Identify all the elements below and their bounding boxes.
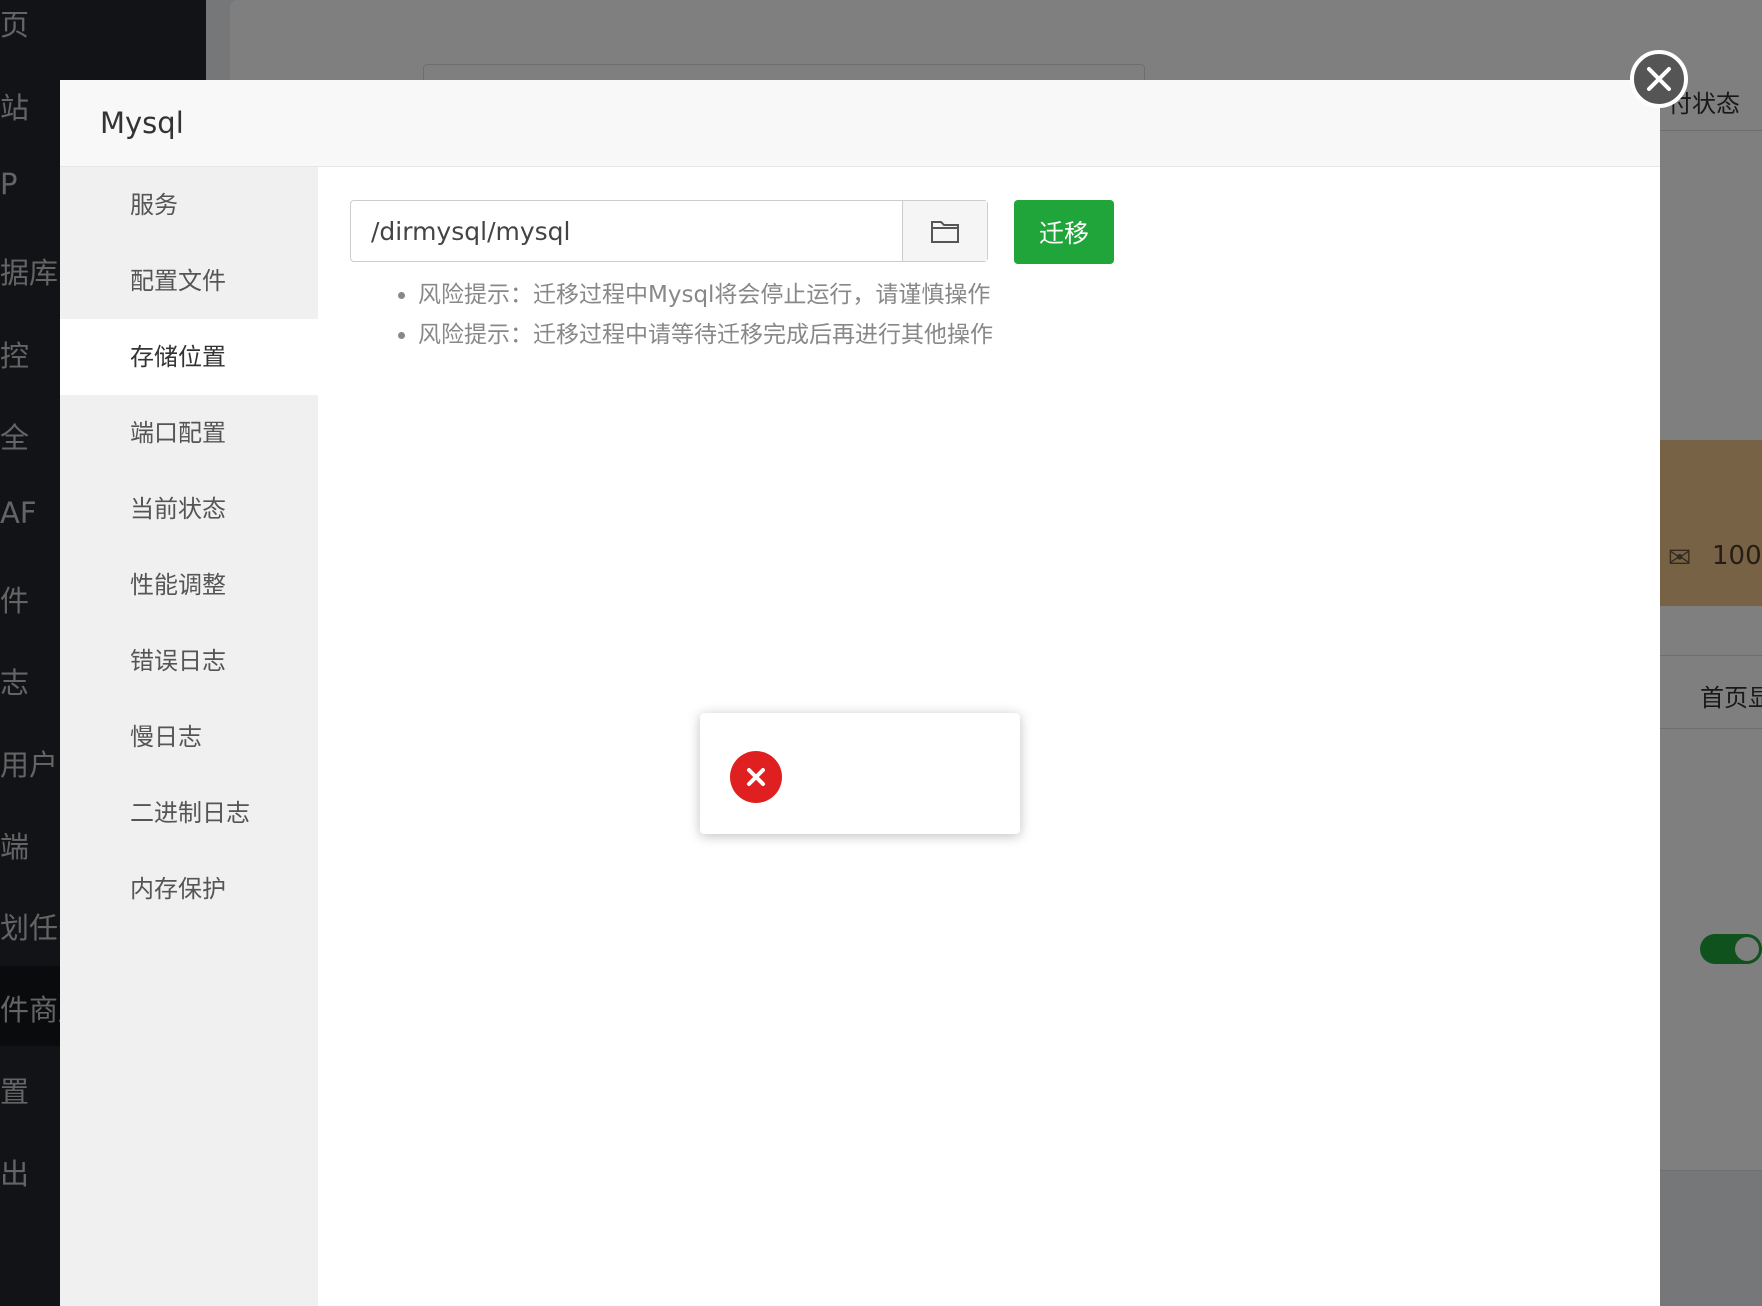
menu-item-label: 存储位置 [130,343,226,371]
menu-item-current-status[interactable]: 当前状态 [60,471,318,547]
error-x-icon [747,768,765,786]
menu-item-error-log[interactable]: 错误日志 [60,623,318,699]
menu-item-label: 慢日志 [130,723,202,751]
menu-item-config-file[interactable]: 配置文件 [60,243,318,319]
risk-tip: 风险提示：迁移过程中Mysql将会停止运行，请谨慎操作 [418,275,993,315]
menu-item-label: 端口配置 [130,419,226,447]
modal-close-button[interactable] [1630,50,1688,108]
error-toast [700,713,1020,834]
modal-side-menu: 服务 配置文件 存储位置 端口配置 当前状态 性能调整 错误日志 慢日志 二进制… [60,167,318,1306]
menu-item-slow-log[interactable]: 慢日志 [60,699,318,775]
menu-item-service[interactable]: 服务 [60,167,318,243]
close-icon [1647,67,1671,91]
migrate-button[interactable]: 迁移 [1014,200,1114,264]
modal-title: Mysql [100,106,184,140]
menu-item-storage-location[interactable]: 存储位置 [60,319,318,395]
error-icon [730,751,782,803]
storage-path-input[interactable] [351,201,902,261]
path-input-group [350,200,988,262]
risk-tip: 风险提示：迁移过程中请等待迁移完成后再进行其他操作 [418,315,993,355]
browse-folder-button[interactable] [902,201,987,261]
menu-item-port-config[interactable]: 端口配置 [60,395,318,471]
menu-item-label: 性能调整 [130,571,226,599]
menu-item-label: 当前状态 [130,495,226,523]
menu-item-label: 内存保护 [130,875,226,903]
menu-item-memory-protection[interactable]: 内存保护 [60,851,318,927]
menu-item-label: 配置文件 [130,267,226,295]
menu-item-label: 二进制日志 [130,799,250,827]
modal-header: Mysql [60,80,1660,167]
menu-item-label: 错误日志 [130,647,226,675]
folder-icon [931,221,959,243]
menu-item-label: 服务 [130,191,178,219]
menu-item-binary-log[interactable]: 二进制日志 [60,775,318,851]
mysql-modal: Mysql 服务 配置文件 存储位置 端口配置 当前状态 性能调整 错误日志 慢… [60,80,1660,1306]
risk-tips-list: 风险提示：迁移过程中Mysql将会停止运行，请谨慎操作 风险提示：迁移过程中请等… [388,275,993,355]
menu-item-performance[interactable]: 性能调整 [60,547,318,623]
